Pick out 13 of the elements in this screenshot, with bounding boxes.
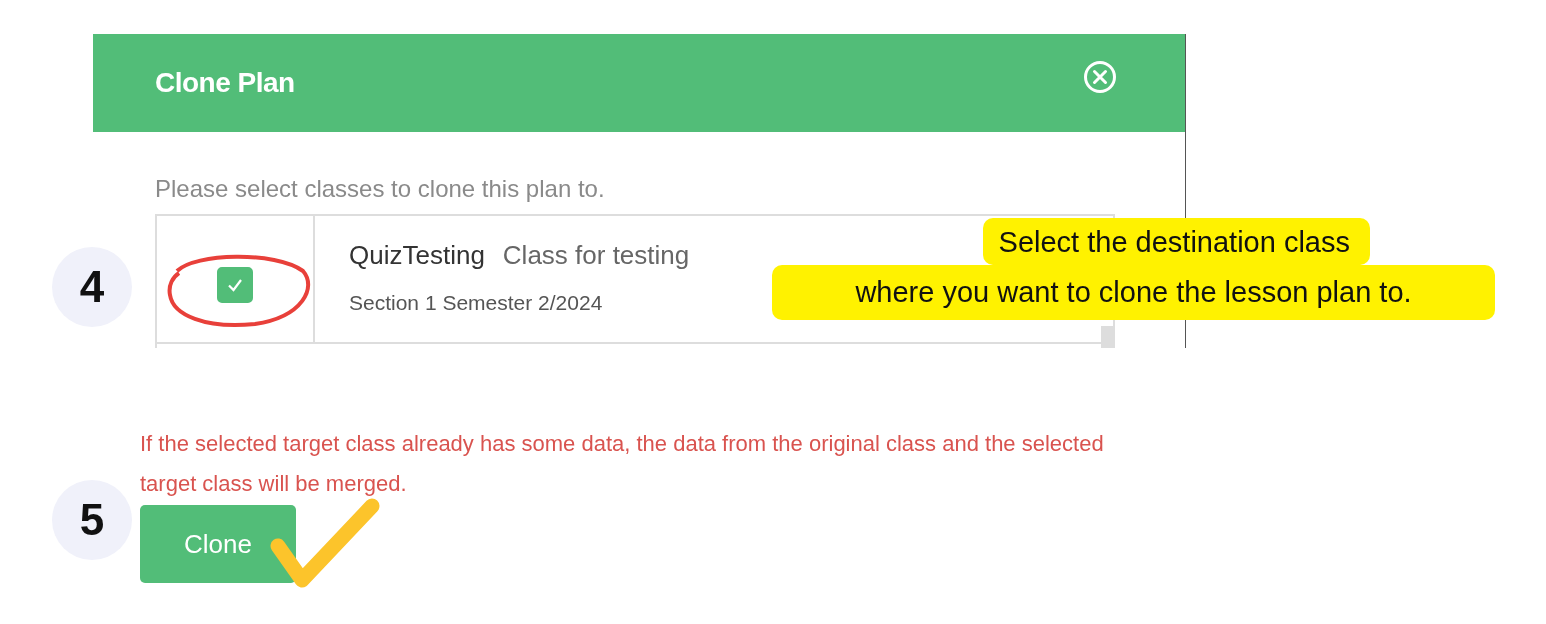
step-badge: 4 xyxy=(52,247,132,327)
class-details: Section 1 Semester 2/2024 xyxy=(349,291,604,315)
checkbox[interactable] xyxy=(217,267,253,303)
callout-text: Select the destination class xyxy=(982,218,1370,265)
step-badge: 5 xyxy=(52,480,132,560)
class-description: Class for testing xyxy=(502,240,690,271)
callout-text: where you want to clone the lesson plan to. xyxy=(772,265,1495,320)
instruction-text: Please select classes to clone this plan to. xyxy=(155,174,606,204)
dialog-title: Clone Plan xyxy=(155,67,295,99)
warning-text: If the selected target class already has some data, the data from the original class and the selected target class will be merged. xyxy=(140,430,1105,498)
class-name: QuizTesting xyxy=(349,240,485,271)
clone-button[interactable]: Clone xyxy=(140,505,296,583)
close-icon[interactable] xyxy=(1083,60,1117,94)
